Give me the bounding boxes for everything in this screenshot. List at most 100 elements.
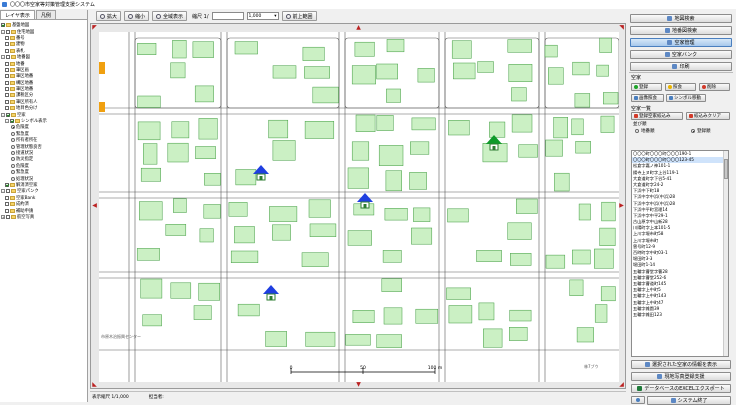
- layer-radio[interactable]: [11, 151, 15, 155]
- layer-checkbox[interactable]: [5, 80, 9, 85]
- list-item[interactable]: 五輪字雑田123: [632, 312, 728, 318]
- building: [574, 93, 591, 108]
- folder-icon: [11, 55, 16, 60]
- pan-northwest-icon[interactable]: ◤: [91, 24, 98, 31]
- layer-radio[interactable]: [11, 170, 15, 175]
- layer-radio[interactable]: [11, 131, 15, 136]
- map-drawing[interactable]: 0 50 100 m 市原木治振興センター 林7ブウ: [99, 32, 619, 382]
- layer-checkbox[interactable]: [5, 35, 9, 40]
- pan-east-icon[interactable]: ▶: [618, 202, 625, 209]
- layer-radio[interactable]: [11, 176, 15, 181]
- building: [544, 44, 558, 58]
- map-canvas[interactable]: 0 50 100 m 市原木治振興センター 林7ブウ: [99, 32, 619, 382]
- layer-checkbox[interactable]: [5, 99, 9, 104]
- layer-checkbox[interactable]: [5, 87, 9, 92]
- layer-checkbox[interactable]: [5, 195, 9, 200]
- layer-checkbox[interactable]: [6, 55, 10, 60]
- symbol-move-button[interactable]: シンボル移動: [666, 94, 706, 102]
- layer-checkbox[interactable]: [6, 189, 10, 194]
- delete-button[interactable]: 削除: [699, 83, 730, 91]
- collapse-icon[interactable]: -: [1, 29, 5, 34]
- zoom-out-button[interactable]: 縮小: [124, 11, 150, 21]
- vacant-house-management-button[interactable]: 空家管理: [630, 38, 732, 47]
- map-search-button[interactable]: 地図検索: [630, 14, 732, 23]
- scale-input[interactable]: [211, 12, 244, 20]
- image-query-button[interactable]: 画像照会: [631, 94, 664, 102]
- building: [140, 167, 161, 182]
- building: [417, 68, 435, 83]
- pan-north-icon[interactable]: ▲: [355, 24, 362, 31]
- list-scrollbar[interactable]: [723, 151, 728, 356]
- filter-clear-button[interactable]: 絞込みクリア: [686, 112, 730, 120]
- layer-checkbox[interactable]: [5, 74, 9, 79]
- layer-checkbox[interactable]: [1, 23, 5, 28]
- pan-south-icon[interactable]: ▼: [355, 381, 362, 388]
- building: [489, 121, 506, 138]
- vacant-house-marker-blue[interactable]: [263, 285, 279, 301]
- vacant-house-list[interactable]: 〇〇〇町〇〇〇町〇〇〇190-1 〇〇〇町〇〇〇町〇〇〇123-45 松倉字嘉ノ神1…: [631, 150, 729, 357]
- layer-checkbox[interactable]: [5, 48, 9, 53]
- layer-checkbox[interactable]: [5, 182, 9, 187]
- building: [509, 309, 532, 322]
- pan-southeast-icon[interactable]: ◢: [618, 381, 625, 388]
- collapse-icon[interactable]: -: [1, 189, 5, 194]
- register-button[interactable]: 登録: [631, 83, 662, 91]
- layer-node[interactable]: + 航空写真: [1, 214, 86, 220]
- pan-west-icon[interactable]: ◀: [91, 202, 98, 209]
- layer-checkbox[interactable]: [5, 67, 9, 72]
- building: [269, 206, 298, 222]
- building: [548, 67, 564, 85]
- print-button[interactable]: 印刷: [630, 62, 732, 71]
- tab-layer-display[interactable]: レイヤ表示: [0, 10, 35, 19]
- layer-radio[interactable]: [11, 144, 15, 149]
- collapse-icon[interactable]: -: [1, 55, 5, 60]
- layer-checkbox[interactable]: [6, 29, 10, 34]
- layer-checkbox[interactable]: [5, 208, 9, 213]
- layer-radio[interactable]: [11, 163, 15, 168]
- sort-option-lot-label: 地番順: [641, 129, 655, 134]
- layer-label: 緊急度: [16, 170, 29, 176]
- pan-southwest-icon[interactable]: ◣: [91, 381, 98, 388]
- building: [381, 278, 402, 292]
- scale-select[interactable]: 1,000 ▾: [246, 12, 279, 20]
- layer-checkbox[interactable]: [5, 42, 9, 47]
- map-search-label: 地図検索: [674, 16, 695, 22]
- building: [516, 198, 538, 214]
- layer-checkbox[interactable]: [5, 202, 9, 207]
- exit-button[interactable]: システム終了: [647, 396, 731, 405]
- vacant-bank-button[interactable]: 空家バンク: [630, 50, 732, 59]
- show-selected-info-label: 選択された空家の情報を表示: [651, 362, 717, 368]
- layer-checkbox[interactable]: [6, 112, 10, 117]
- layer-checkbox[interactable]: [6, 214, 10, 219]
- sort-option-lot[interactable]: 地番順: [635, 128, 655, 134]
- scroll-thumb[interactable]: [724, 159, 728, 179]
- layer-radio[interactable]: [11, 138, 15, 143]
- building: [304, 66, 330, 79]
- building: [477, 61, 494, 73]
- layer-checkbox[interactable]: [5, 93, 9, 98]
- expand-icon[interactable]: +: [1, 214, 5, 219]
- inquiry-button[interactable]: 照会: [665, 83, 696, 91]
- scale-label: 縮尺 1/: [192, 13, 209, 20]
- full-extent-button[interactable]: 全域表示: [152, 11, 188, 21]
- layer-label: 処理状況: [16, 176, 34, 182]
- previous-extent-button[interactable]: 前上範囲: [281, 11, 317, 21]
- layer-checkbox[interactable]: [5, 106, 9, 111]
- help-button[interactable]: [631, 396, 645, 404]
- site-photo-button[interactable]: 現地写真登録支援: [631, 372, 731, 381]
- zoom-in-button[interactable]: 拡大: [96, 11, 122, 21]
- pan-northeast-icon[interactable]: ◥: [618, 24, 625, 31]
- filter-registered-button[interactable]: 登録空家絞込み: [631, 112, 683, 120]
- layer-radio[interactable]: [11, 125, 15, 130]
- show-selected-info-button[interactable]: 選択された空家の情報を表示: [631, 360, 731, 369]
- sort-option-registered[interactable]: 登録順: [691, 128, 711, 134]
- tab-legend[interactable]: 凡例: [35, 10, 56, 19]
- collapse-icon[interactable]: -: [1, 112, 5, 117]
- collapse-icon[interactable]: -: [5, 119, 9, 124]
- layer-checkbox[interactable]: [5, 61, 9, 66]
- layer-checkbox[interactable]: [10, 119, 14, 124]
- building: [448, 120, 470, 136]
- layer-radio[interactable]: [11, 157, 15, 162]
- excel-export-button[interactable]: データベースのEXCELエクスポート: [631, 384, 731, 393]
- parcel-search-button[interactable]: 地番図検索: [630, 26, 732, 35]
